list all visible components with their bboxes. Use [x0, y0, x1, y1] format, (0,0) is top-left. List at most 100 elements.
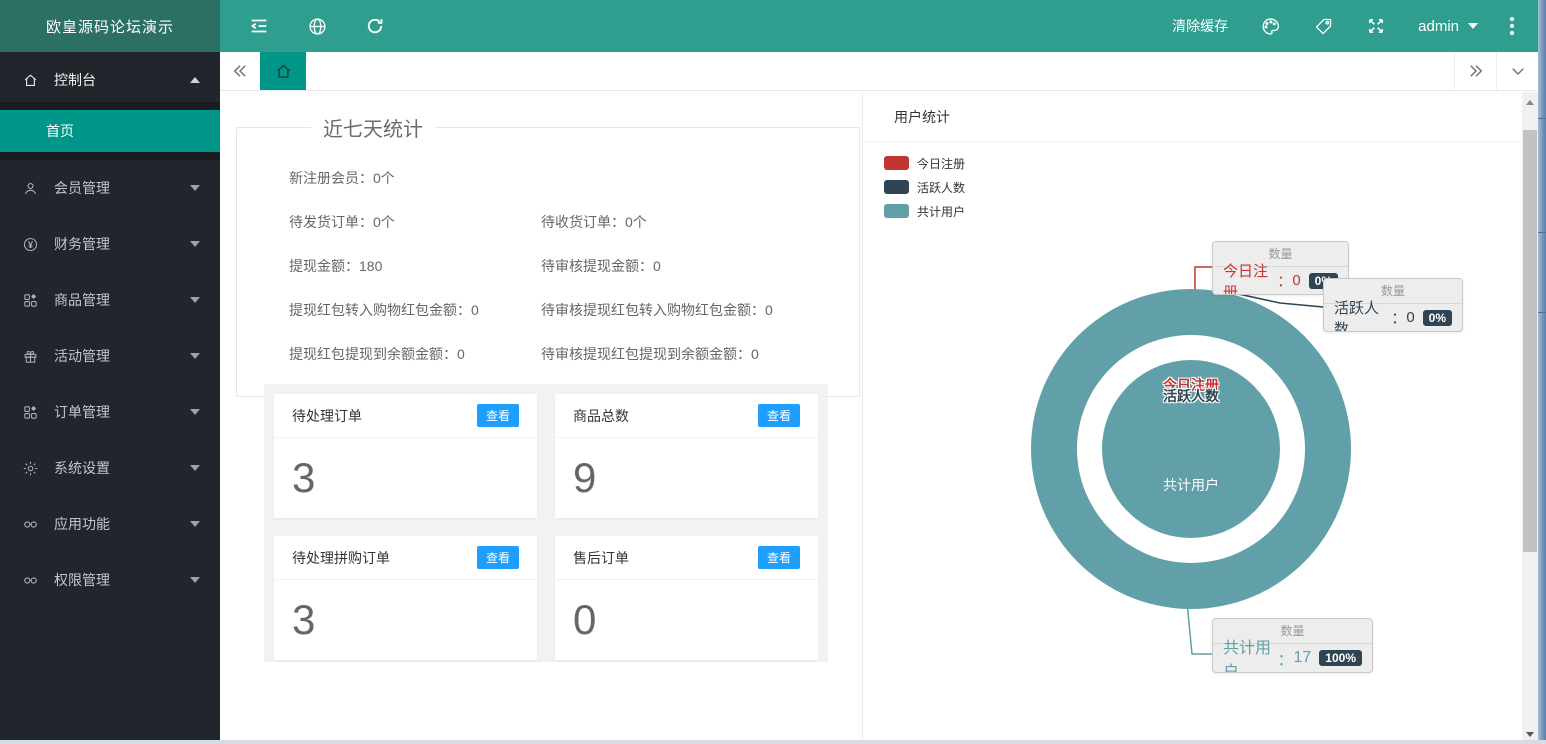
scroll-up-icon[interactable] — [1522, 94, 1538, 110]
components-icon — [22, 292, 39, 309]
yen-circle-icon — [22, 236, 39, 253]
admin-dropdown[interactable]: admin — [1418, 18, 1478, 35]
legend-item-active[interactable]: 活跃人数 — [884, 175, 1522, 199]
series-name: 活跃人数 — [1334, 297, 1391, 333]
stat-value — [541, 168, 839, 188]
series-name: 共计用户 — [1223, 634, 1277, 673]
content-scrollbar[interactable] — [1522, 92, 1538, 744]
components-icon — [22, 404, 39, 421]
chevron-down-icon — [190, 241, 200, 247]
tab-home-active[interactable] — [260, 52, 306, 90]
summary-cards: 待处理订单 查看 3 商品总数 查看 9 待处理拼购订单 查看 3 售后订单 查… — [264, 384, 828, 662]
sidebar-item-activity[interactable]: 活动管理 — [0, 328, 220, 384]
chevron-down-icon — [190, 521, 200, 527]
stat-value: 待审核提现红包转入购物红包金额：0 — [541, 300, 839, 320]
legend-item-today[interactable]: 今日注册 — [884, 151, 1522, 175]
tabs-scroll-left-icon[interactable] — [220, 52, 260, 90]
sidebar-item-label: 系统设置 — [54, 458, 110, 478]
admin-username: admin — [1418, 18, 1459, 35]
card-pending-group-orders: 待处理拼购订单 查看 3 — [274, 536, 537, 660]
window-scrollbar-edge[interactable] — [1538, 0, 1546, 744]
fullscreen-icon[interactable] — [1366, 16, 1386, 36]
card-value: 3 — [274, 438, 537, 518]
card-title: 商品总数 — [573, 406, 629, 426]
stat-value: 提现红包转入购物红包金额：0 — [289, 300, 541, 320]
tab-bar — [220, 52, 1538, 91]
sidebar-item-members[interactable]: 会员管理 — [0, 160, 220, 216]
sidebar-item-finance[interactable]: 财务管理 — [0, 216, 220, 272]
sidebar: 欧皇源码论坛演示 控制台 首页 会员管理 财务管理 商品管理 — [0, 0, 220, 744]
panel-title: 用户统计 — [863, 92, 1522, 142]
sidebar-item-orders[interactable]: 订单管理 — [0, 384, 220, 440]
tag-icon[interactable] — [1313, 16, 1334, 37]
legend-label: 活跃人数 — [917, 179, 965, 196]
sidebar-item-label: 权限管理 — [54, 570, 110, 590]
percent-badge: 0% — [1423, 310, 1452, 326]
view-button[interactable]: 查看 — [477, 546, 519, 569]
tab-bar-right-controls — [1454, 52, 1538, 90]
series-value: 0 — [1406, 309, 1414, 326]
donut-chart[interactable]: 今日注册 活跃人数 共计用户 — [1031, 289, 1351, 609]
more-options-icon[interactable] — [1510, 17, 1514, 35]
app-title: 欧皇源码论坛演示 — [46, 16, 174, 37]
chevron-down-icon — [190, 297, 200, 303]
chart-legend: 今日注册 活跃人数 共计用户 — [884, 151, 1522, 223]
chevron-down-icon — [190, 465, 200, 471]
sidebar-item-apps[interactable]: 应用功能 — [0, 496, 220, 552]
chevron-down-icon — [190, 409, 200, 415]
navbar-right: 清除缓存 admin — [1172, 16, 1514, 37]
scrollbar-thumb[interactable] — [1523, 130, 1537, 552]
refresh-icon[interactable] — [365, 16, 385, 36]
chevron-down-icon — [190, 185, 200, 191]
legend-label: 共计用户 — [917, 203, 965, 220]
window-bottom-edge — [0, 740, 1546, 744]
legend-swatch — [884, 180, 909, 194]
colon: ： — [1277, 646, 1293, 670]
app-logo: 欧皇源码论坛演示 — [0, 0, 220, 52]
inner-label-active: 活跃人数 — [1031, 386, 1351, 406]
menu-collapse-icon[interactable] — [248, 15, 270, 37]
console-submenu: 首页 — [0, 102, 220, 160]
clear-cache-button[interactable]: 清除缓存 — [1172, 16, 1228, 36]
card-title: 待处理拼购订单 — [292, 548, 390, 568]
view-button[interactable]: 查看 — [758, 404, 800, 427]
sidebar-item-goods[interactable]: 商品管理 — [0, 272, 220, 328]
home-icon — [22, 72, 39, 89]
stat-row: 提现红包提现到余额金额：0 待审核提现红包提现到余额金额：0 — [289, 344, 839, 364]
legend-label: 今日注册 — [917, 155, 965, 172]
legend-swatch — [884, 156, 909, 170]
sidebar-item-permissions[interactable]: 权限管理 — [0, 552, 220, 608]
stat-row: 提现金额：180 待审核提现金额：0 — [289, 256, 839, 276]
chart-label-box-active: 数量 活跃人数：0 0% — [1323, 278, 1463, 332]
tabs-scroll-right-icon[interactable] — [1454, 52, 1496, 90]
sidebar-item-console[interactable]: 控制台 — [0, 58, 220, 102]
card-title: 售后订单 — [573, 548, 629, 568]
user-icon — [22, 180, 39, 197]
top-navbar: 清除缓存 admin — [220, 0, 1538, 52]
view-button[interactable]: 查看 — [477, 404, 519, 427]
series-name: 今日注册 — [1223, 260, 1277, 296]
stat-value: 提现红包提现到余额金额：0 — [289, 344, 541, 364]
sidebar-item-label: 首页 — [46, 123, 74, 139]
stat-value: 待收货订单：0个 — [541, 212, 839, 232]
panel-title: 近七天统计 — [311, 113, 435, 142]
tabs-menu-dropdown-icon[interactable] — [1496, 52, 1538, 90]
card-aftersale-orders: 售后订单 查看 0 — [555, 536, 818, 660]
sidebar-item-label: 会员管理 — [54, 178, 110, 198]
legend-item-total[interactable]: 共计用户 — [884, 199, 1522, 223]
theme-palette-icon[interactable] — [1260, 16, 1281, 37]
stat-row: 提现红包转入购物红包金额：0 待审核提现红包转入购物红包金额：0 — [289, 300, 839, 320]
chevron-down-icon — [190, 353, 200, 359]
sidebar-item-home-active[interactable]: 首页 — [0, 110, 220, 152]
card-value: 3 — [274, 580, 537, 660]
chevron-down-icon — [1468, 23, 1478, 29]
home-icon — [274, 62, 293, 81]
globe-icon[interactable] — [307, 16, 328, 37]
card-pending-orders: 待处理订单 查看 3 — [274, 394, 537, 518]
percent-badge: 100% — [1319, 650, 1362, 666]
sidebar-item-settings[interactable]: 系统设置 — [0, 440, 220, 496]
sidebar-item-label: 财务管理 — [54, 234, 110, 254]
view-button[interactable]: 查看 — [758, 546, 800, 569]
stat-value: 提现金额：180 — [289, 256, 541, 276]
inner-label-total: 共计用户 — [1031, 475, 1351, 495]
